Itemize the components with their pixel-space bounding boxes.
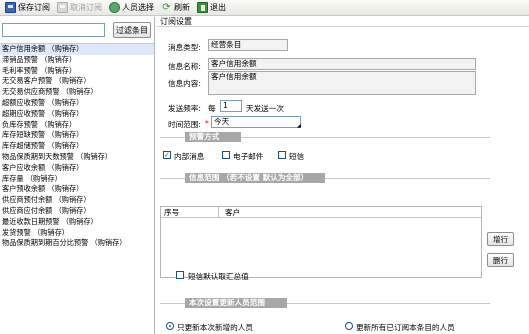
list-item[interactable]: 超额应收预警 （购销存） xyxy=(0,98,154,109)
scope-grid[interactable]: 序号 客户 xyxy=(160,206,482,278)
frequency-label: 发送频率: xyxy=(168,104,201,113)
email-checkbox[interactable] xyxy=(222,151,230,159)
time-range-label: 时间范围: xyxy=(168,120,201,129)
time-range-input[interactable]: 今天 xyxy=(211,116,301,128)
frequency-prefix: 每 xyxy=(208,104,216,113)
list-item[interactable]: 库存量 （购销存） xyxy=(0,174,154,185)
user-icon xyxy=(109,2,120,13)
sms-checkbox[interactable] xyxy=(278,151,286,159)
list-item[interactable]: 库存超储预警 （购销存） xyxy=(0,141,154,152)
subscription-settings-panel: 订阅设置 消息类型: 经营条目 信息名称: 客户信用余额 信息内容: 客户信用余… xyxy=(156,17,529,334)
required-marker: * xyxy=(205,119,209,128)
list-item[interactable]: 最近收款日期预警 （购销存） xyxy=(0,217,154,228)
sms-label: 短信 xyxy=(289,152,305,161)
list-item[interactable]: 负库存预警 （购销存） xyxy=(0,120,154,131)
list-item[interactable]: 供应商应付余额 （购销存） xyxy=(0,206,154,217)
save-icon xyxy=(5,2,16,13)
internal-message-label: 内部消息 xyxy=(174,152,205,161)
user-select-label: 人员选择 xyxy=(122,3,154,12)
left-panel: 过滤条目 客户信用余额 （购销存） 滞销品预警 （购销存） 毛利率预警 （购销存… xyxy=(0,17,155,334)
update-new-only-radio[interactable] xyxy=(166,322,174,330)
refresh-icon: ⟳ xyxy=(162,1,171,13)
cancel-subscription-button[interactable]: 取消订阅 xyxy=(55,1,105,15)
internal-message-checkbox[interactable] xyxy=(163,151,171,159)
list-item[interactable]: 物品保质期到期百分比预警 （购销存） xyxy=(0,238,154,249)
message-content-label: 信息内容: xyxy=(168,79,201,88)
list-item[interactable]: 毛利率预警 （购销存） xyxy=(0,66,154,77)
filter-input[interactable] xyxy=(2,23,105,37)
email-label: 电子邮件 xyxy=(233,152,264,161)
save-subscription-label: 保存订阅 xyxy=(18,3,50,12)
message-name-label: 信息名称: xyxy=(168,62,201,71)
delete-row-button[interactable]: 删行 xyxy=(487,253,514,267)
message-type-field: 经营条目 xyxy=(208,39,288,51)
exit-icon xyxy=(197,2,208,13)
frequency-input[interactable]: 1 xyxy=(220,100,242,112)
refresh-button[interactable]: ⟳ 刷新 xyxy=(159,1,193,15)
exit-label: 退出 xyxy=(210,3,226,12)
toolbar: 保存订阅 取消订阅 人员选择 ⟳ 刷新 退出 xyxy=(0,0,529,16)
sms-summary-checkbox[interactable] xyxy=(176,271,184,279)
list-item[interactable]: 发货预警 （购销存） xyxy=(0,228,154,239)
grid-header: 序号 客户 xyxy=(161,207,481,218)
panel-title: 订阅设置 xyxy=(156,17,529,27)
add-row-button[interactable]: 增行 xyxy=(487,232,514,246)
list-item[interactable]: 库存短缺预警 （购销存） xyxy=(0,130,154,141)
message-type-label: 消息类型: xyxy=(168,43,201,52)
list-item[interactable]: 客户预收余额 （购销存） xyxy=(0,184,154,195)
item-list: 客户信用余额 （购销存） 滞销品预警 （购销存） 毛利率预警 （购销存） 无交易… xyxy=(0,43,154,249)
save-subscription-button[interactable]: 保存订阅 xyxy=(3,1,53,15)
user-select-button[interactable]: 人员选择 xyxy=(107,1,157,15)
list-item[interactable]: 无交易客户预警 （购销存） xyxy=(0,76,154,87)
message-content-field: 客户信用余额 xyxy=(208,71,476,95)
sms-summary-label: 短信默认取汇总值 xyxy=(188,272,249,281)
filter-button[interactable]: 过滤条目 xyxy=(113,22,151,38)
list-item[interactable]: 滞销品预警 （购销存） xyxy=(0,55,154,66)
frequency-suffix: 天发送一次 xyxy=(246,104,284,113)
list-item[interactable]: 客户信用余额 （购销存） xyxy=(0,44,154,55)
list-item[interactable]: 供应商预付余额 （购销存） xyxy=(0,195,154,206)
cancel-icon xyxy=(57,2,68,13)
update-all-label: 更新所有已订阅本条目的人员 xyxy=(356,323,455,332)
refresh-label: 刷新 xyxy=(174,3,190,12)
exit-button[interactable]: 退出 xyxy=(195,1,229,15)
list-item[interactable]: 无交易供应商预警 （购销存） xyxy=(0,87,154,98)
update-new-only-label: 只更新本次新增的人员 xyxy=(177,323,253,332)
list-item[interactable]: 客户应收余额 （购销存） xyxy=(0,163,154,174)
list-item[interactable]: 物品保质期到天数预警 （购销存） xyxy=(0,152,154,163)
update-all-radio[interactable] xyxy=(345,322,353,330)
scope-section-title: 信息范围 （若不设置 默认为全部） xyxy=(185,173,325,183)
alert-section-title: 预警方式 xyxy=(185,132,241,142)
cancel-subscription-label: 取消订阅 xyxy=(70,3,102,12)
message-name-field: 客户信用余额 xyxy=(208,58,476,70)
grid-column-header: 序号 xyxy=(161,207,219,217)
update-section-title: 本次设置更新人员范围 xyxy=(185,298,287,308)
grid-column-header: 客户 xyxy=(225,208,241,217)
dropdown-arrow-icon[interactable]: ◢ xyxy=(297,123,301,129)
list-item[interactable]: 超期应收预警 （购销存） xyxy=(0,109,154,120)
